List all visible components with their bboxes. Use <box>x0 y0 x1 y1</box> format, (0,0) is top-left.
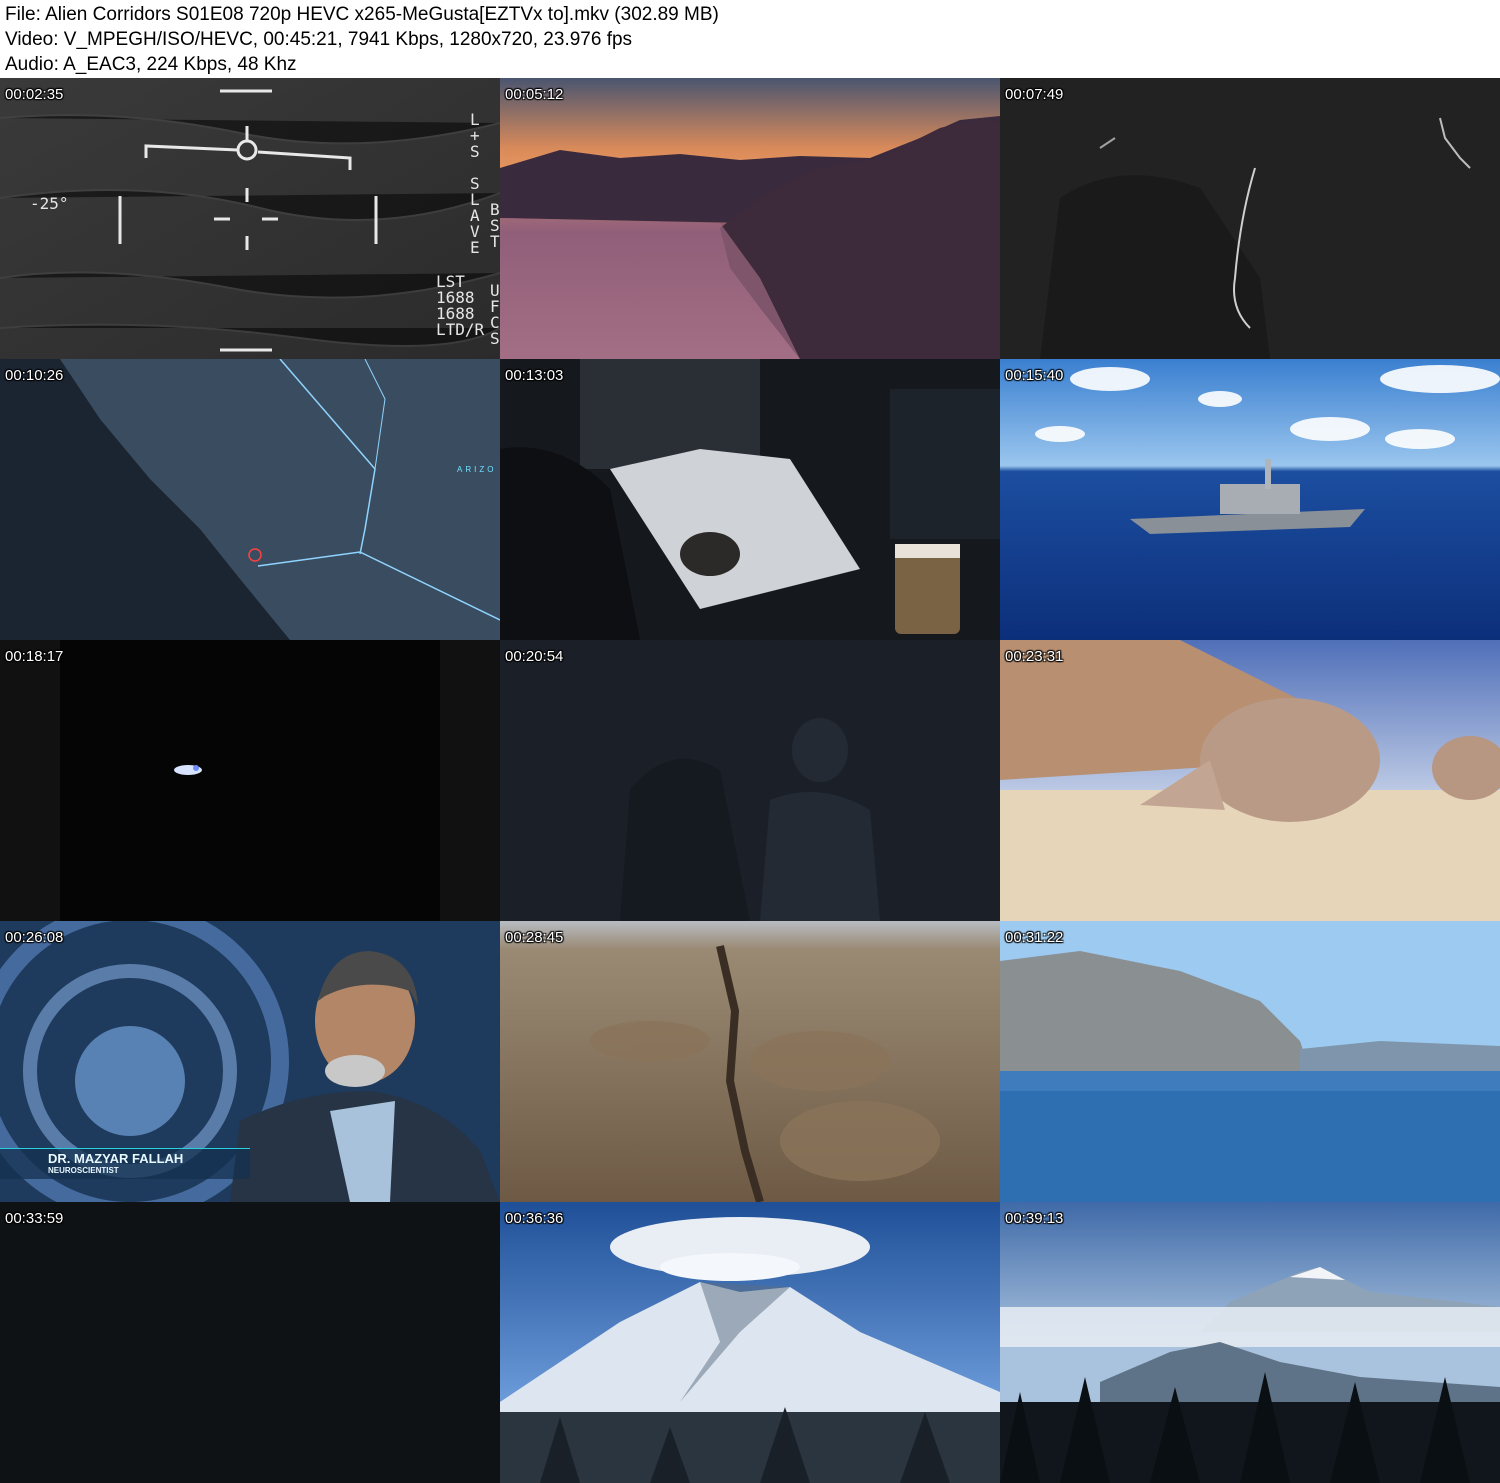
thumbnail-3-dark-silhouette[interactable]: 00:07:49 <box>1000 78 1500 359</box>
mountain-forest-image <box>1000 1202 1500 1483</box>
file-info-header: File: Alien Corridors S01E08 720p HEVC x… <box>0 0 1500 78</box>
mountain-lenticular-cloud-image <box>500 1202 1000 1483</box>
warship-ocean-image <box>1000 359 1500 640</box>
timestamp: 00:28:45 <box>505 929 564 946</box>
timestamp: 00:20:54 <box>505 648 564 665</box>
thumbnail-13-dark-frame[interactable]: 00:33:59 <box>0 1202 500 1483</box>
thumbnail-12-cliffs-sea[interactable]: 00:31:22 <box>1000 921 1500 1202</box>
thumbnail-2-sunset-coast[interactable]: 00:05:12 <box>500 78 1000 359</box>
sunset-coastline-image <box>500 78 1000 359</box>
timestamp: 00:31:22 <box>1005 929 1064 946</box>
aerial-fault-line-image <box>500 921 1000 1202</box>
timestamp: 00:05:12 <box>505 86 564 103</box>
file-info-line: File: Alien Corridors S01E08 720p HEVC x… <box>5 4 719 25</box>
timestamp: 00:39:13 <box>1005 1210 1064 1227</box>
timestamp: 00:23:31 <box>1005 648 1064 665</box>
thumbnail-10-interview[interactable]: DR. MAZYAR FALLAH NEUROSCIENTIST 00:26:0… <box>0 921 500 1202</box>
timestamp: 00:13:03 <box>505 367 564 384</box>
dark-frame-image <box>0 1202 500 1483</box>
timestamp: 00:18:17 <box>5 648 64 665</box>
desk-scene-image <box>500 359 1000 640</box>
infrared-footage-image <box>0 78 500 359</box>
audio-info-line: Audio: A_EAC3, 224 Kbps, 48 Khz <box>5 54 297 75</box>
thumbnail-11-fault-line[interactable]: 00:28:45 <box>500 921 1000 1202</box>
timestamp: 00:07:49 <box>1005 86 1064 103</box>
video-info-line: Video: V_MPEGH/ISO/HEVC, 00:45:21, 7941 … <box>5 29 633 50</box>
hud-side-readout: L + S S L A V E <box>470 110 480 257</box>
thumbnail-14-mountain-cloud[interactable]: 00:36:36 <box>500 1202 1000 1483</box>
thumbnail-5-desk[interactable]: 00:13:03 <box>500 359 1000 640</box>
thumbnail-7-night-object[interactable]: 00:18:17 <box>0 640 500 921</box>
thumbnail-9-giant-rock[interactable]: 00:23:31 <box>1000 640 1500 921</box>
satellite-map-image <box>0 359 500 640</box>
thumbnail-8-dark-figures[interactable]: 00:20:54 <box>500 640 1000 921</box>
giant-rock-desert-image <box>1000 640 1500 921</box>
hud-bottom-readout: LST 1688 1688 LTD/R <box>436 272 485 339</box>
hud-angle-readout: -25° <box>30 194 69 213</box>
cliffs-sea-image <box>1000 921 1500 1202</box>
caption-name: DR. MAZYAR FALLAH <box>48 1151 184 1166</box>
thumbnail-grid: -25° L + S S L A V E B S T LST 1688 1688… <box>0 78 1500 1483</box>
map-region-label: ARIZO <box>457 465 497 474</box>
timestamp: 00:15:40 <box>1005 367 1064 384</box>
hud-side-readout-2: B S T <box>490 200 500 251</box>
caption-role: NEUROSCIENTIST <box>48 1166 119 1175</box>
name-caption: DR. MAZYAR FALLAH NEUROSCIENTIST <box>0 1148 250 1179</box>
timestamp: 00:33:59 <box>5 1210 64 1227</box>
timestamp: 00:36:36 <box>505 1210 564 1227</box>
night-sky-object-image <box>0 640 500 921</box>
thumbnail-6-warship[interactable]: 00:15:40 <box>1000 359 1500 640</box>
thumbnail-4-map[interactable]: ARIZO 00:10:26 <box>0 359 500 640</box>
timestamp: 00:10:26 <box>5 367 64 384</box>
timestamp: 00:02:35 <box>5 86 64 103</box>
timestamp: 00:26:08 <box>5 929 64 946</box>
thumbnail-15-mountain-forest[interactable]: 00:39:13 <box>1000 1202 1500 1483</box>
dark-figures-image <box>500 640 1000 921</box>
dark-silhouette-image <box>1000 78 1500 359</box>
hud-bottom-readout-2: U F C S <box>490 281 500 348</box>
thumbnail-1-infrared-hud[interactable]: -25° L + S S L A V E B S T LST 1688 1688… <box>0 78 500 359</box>
